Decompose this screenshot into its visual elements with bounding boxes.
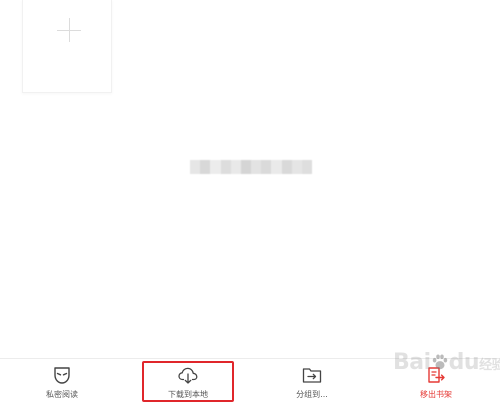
private-read-label: 私密阅读 [46,390,78,399]
private-read-button[interactable]: 私密阅读 [17,365,107,405]
group-to-label: 分组到... [296,390,328,399]
bottom-toolbar: 私密阅读 下载到本地 分组到... 移出书架 [0,358,500,407]
obscured-block [281,160,292,174]
obscured-block [261,160,272,174]
obscured-text [190,160,313,174]
remove-from-shelf-button[interactable]: 移出书架 [391,365,481,405]
mask-icon [54,367,70,384]
download-local-label: 下载到本地 [168,390,208,399]
download-local-button[interactable]: 下载到本地 [143,365,233,405]
obscured-block [240,160,252,174]
add-book-card[interactable] [22,0,112,93]
obscured-block [190,160,201,174]
remove-from-shelf-label: 移出书架 [420,390,452,399]
obscured-block [291,160,302,174]
obscured-block [271,160,282,174]
obscured-block [301,160,313,174]
cloud-download-icon [178,367,198,384]
obscured-block [251,160,262,174]
obscured-block [210,160,221,174]
group-to-button[interactable]: 分组到... [267,365,357,405]
obscured-block [230,160,241,174]
obscured-block [220,160,231,174]
remove-shelf-icon [428,367,445,383]
obscured-block [200,160,211,174]
folder-move-icon [302,368,322,383]
